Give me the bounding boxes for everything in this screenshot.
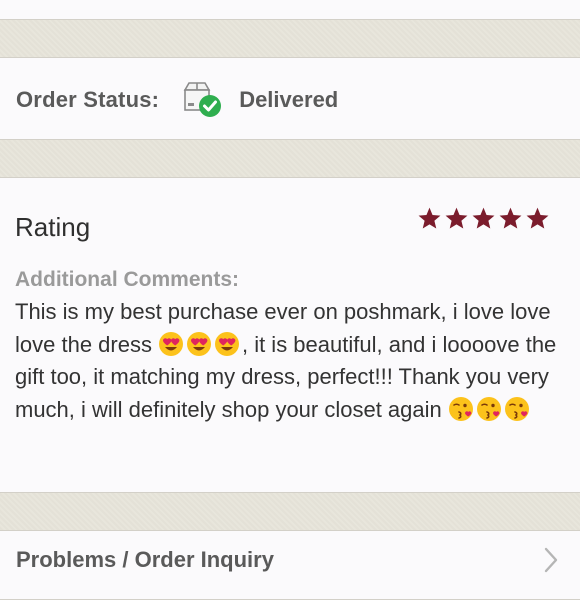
previous-section-card: [0, 0, 580, 20]
rating-title: Rating: [15, 212, 91, 242]
heart-eyes-emoji: [214, 331, 239, 356]
additional-comments-label: Additional Comments:: [15, 268, 239, 291]
problems-order-inquiry-label: Problems / Order Inquiry: [16, 547, 274, 572]
kissing-heart-emoji: [448, 396, 473, 421]
star-icon: [499, 207, 522, 229]
star-rating: [417, 206, 550, 231]
star-icon: [418, 207, 441, 229]
review-card: Rating Additional Comments: This is my b…: [0, 177, 580, 493]
package-delivered-icon: [181, 80, 225, 120]
order-status-value: Delivered: [239, 87, 339, 112]
problems-order-inquiry-row[interactable]: Problems / Order Inquiry: [0, 530, 580, 600]
order-status-card: Order Status: Delivered: [0, 57, 580, 140]
kissing-heart-emoji: [504, 396, 529, 421]
order-status-label: Order Status:: [16, 87, 160, 112]
heart-eyes-emoji-group: [158, 329, 242, 362]
heart-eyes-emoji: [186, 331, 211, 356]
star-icon: [472, 207, 495, 229]
star-icon: [526, 207, 549, 229]
heart-eyes-emoji: [158, 331, 183, 356]
review-comment: This is my best purchase ever on poshmar…: [15, 296, 565, 426]
chevron-right-icon: [544, 547, 558, 573]
kissing-heart-emoji: [476, 396, 501, 421]
kissing-heart-emoji-group: [448, 394, 532, 427]
order-status-row: Order Status: Delivered: [16, 82, 338, 118]
star-icon: [445, 207, 468, 229]
